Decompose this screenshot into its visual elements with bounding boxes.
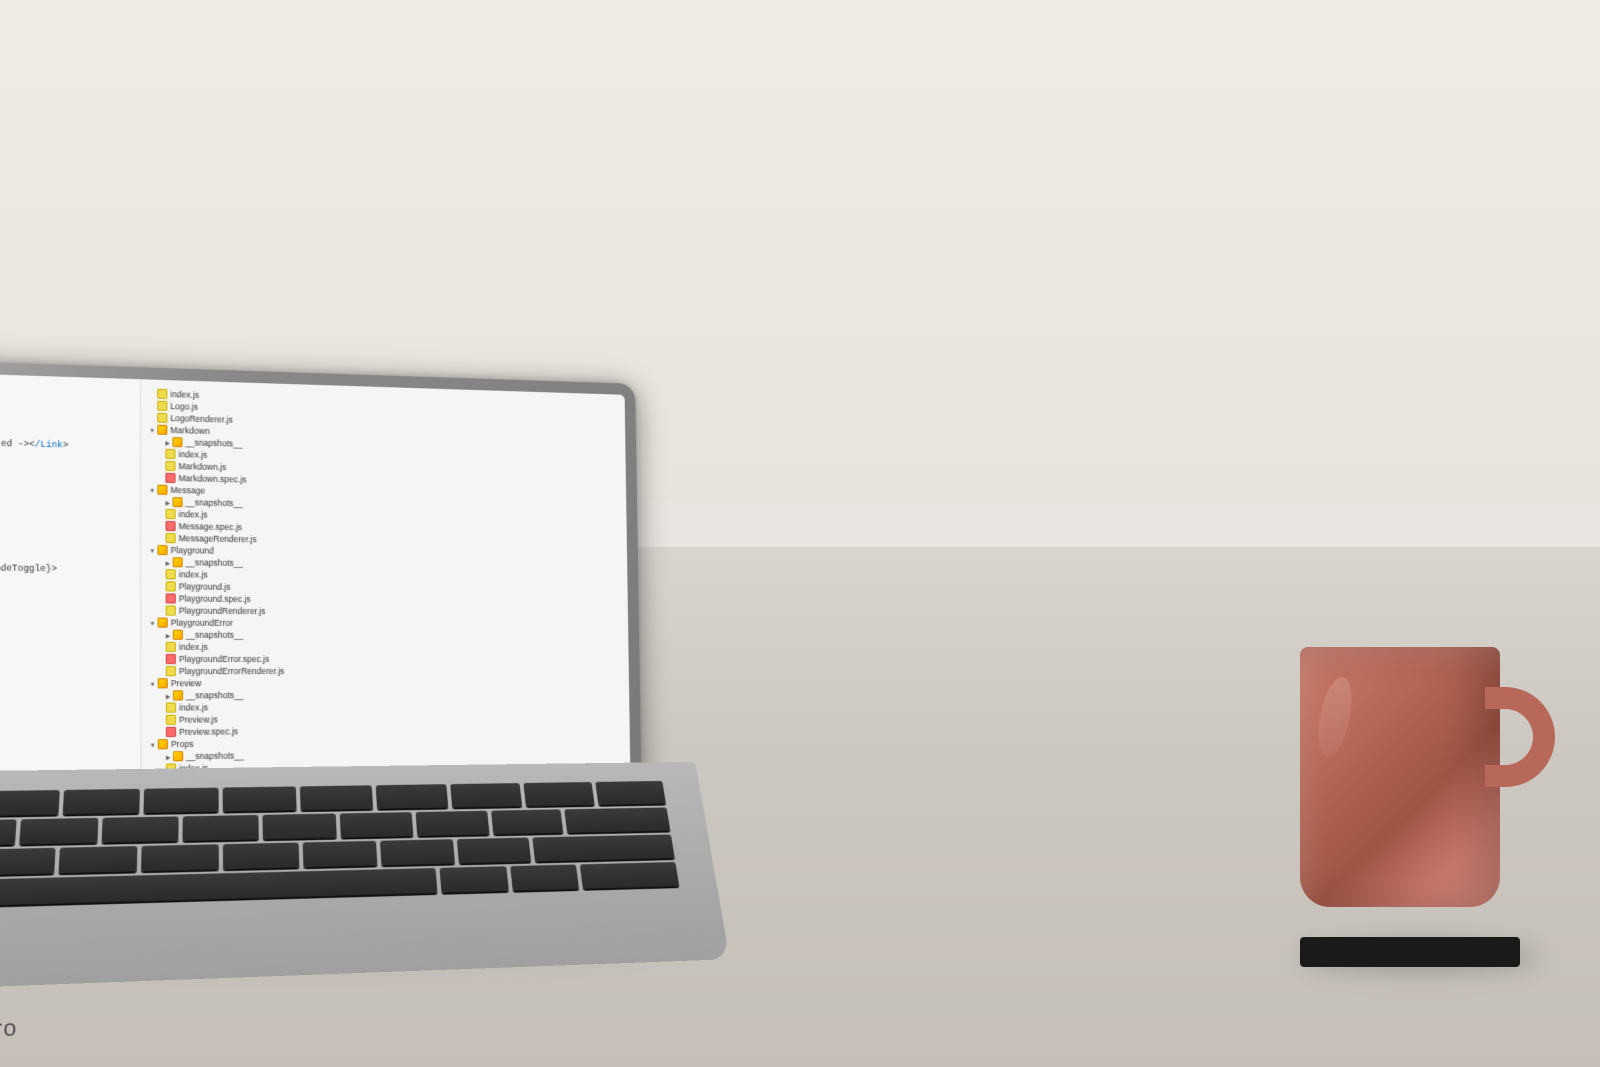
folder-closed-icon [166, 630, 173, 640]
code-line [0, 546, 128, 563]
spec-file-icon [166, 521, 176, 531]
tree-item: PlaygroundError.spec.js [141, 653, 628, 665]
folder-item-snapshots[interactable]: __snapshots__ [141, 629, 628, 642]
folder-icon [172, 557, 182, 567]
keyboard-key [300, 785, 373, 810]
keyboard-key [416, 811, 489, 836]
folder-closed-icon [166, 690, 173, 700]
js-file-icon [166, 642, 176, 652]
keyboard-key [223, 786, 297, 811]
keyboard-key [579, 862, 679, 889]
folder-icon [158, 618, 168, 628]
js-file-icon [165, 509, 175, 519]
cup-shine [1313, 677, 1357, 757]
keyboard-key [143, 788, 218, 813]
cup-body [1300, 647, 1500, 907]
js-file-icon [157, 413, 167, 423]
js-file-icon [157, 389, 167, 399]
spec-file-icon [166, 593, 176, 603]
folder-closed-icon [166, 557, 173, 567]
keyboard-key [0, 848, 55, 875]
js-file-icon [166, 666, 176, 676]
keyboard-key [340, 812, 414, 837]
folder-icon [173, 751, 183, 761]
keyboard-key [523, 782, 594, 806]
coffee-cup [1300, 667, 1520, 967]
folder-icon [172, 497, 182, 507]
cup-coaster [1300, 937, 1520, 967]
keyboard-key [63, 789, 140, 815]
folder-closed-icon [166, 751, 173, 761]
keyboard-key [376, 784, 449, 809]
keyboard-key [457, 838, 531, 864]
keyboard-key [510, 865, 578, 891]
folder-icon [158, 739, 168, 749]
keyboard-key [102, 816, 179, 842]
keyboard-rows [0, 762, 719, 926]
keyboard-key [532, 834, 675, 861]
js-file-icon [166, 581, 176, 591]
keyboard-key [302, 841, 377, 867]
folder-icon [172, 437, 182, 447]
keyboard-key [440, 866, 509, 892]
spec-file-icon [166, 727, 176, 737]
keyboard-key [262, 814, 337, 840]
keyboard-key [491, 809, 564, 834]
folder-icon [173, 690, 183, 700]
js-file-icon [165, 449, 175, 459]
keyboard-key [19, 818, 98, 845]
js-file-icon [165, 461, 175, 471]
folder-closed-icon [165, 497, 172, 507]
keyboard-key [380, 839, 455, 865]
js-file-icon [166, 703, 176, 713]
js-file-icon [166, 605, 176, 615]
folder-open-icon [150, 678, 158, 688]
folder-icon [157, 485, 167, 495]
folder-open-icon [149, 545, 157, 555]
folder-icon [172, 630, 182, 640]
folder-open-icon [150, 739, 158, 749]
js-file-icon [166, 715, 176, 725]
keyboard-key [141, 844, 218, 871]
keyboard-key [595, 781, 666, 805]
keyboard-key [58, 846, 138, 873]
folder-icon [158, 678, 168, 688]
code-line: lasses.showCode} onClick={onCodeToggle}> [0, 560, 128, 577]
keyboard-key [0, 819, 16, 846]
keyboard-key [0, 790, 60, 816]
keyboard-key [223, 843, 299, 870]
folder-icon [157, 425, 167, 435]
tree-item: index.js [141, 641, 628, 653]
folder-open-icon [149, 485, 157, 495]
laptop: ink>) ame}=> Exit Isolation</Link> ame +… [0, 356, 698, 966]
coffee-cup-area [1300, 667, 1520, 967]
keyboard-key [450, 783, 522, 807]
spec-file-icon [165, 473, 175, 483]
keyboard-spacebar [0, 868, 438, 905]
spec-file-icon [166, 654, 176, 664]
js-file-icon [166, 533, 176, 543]
folder-closed-icon [165, 437, 172, 447]
folder-icon [157, 545, 167, 555]
js-file-icon [157, 401, 167, 411]
folder-open-icon [149, 424, 157, 434]
keyboard-key [183, 815, 259, 841]
folder-open-icon [149, 618, 157, 628]
keyboard-key [564, 807, 670, 832]
js-file-icon [166, 569, 176, 579]
